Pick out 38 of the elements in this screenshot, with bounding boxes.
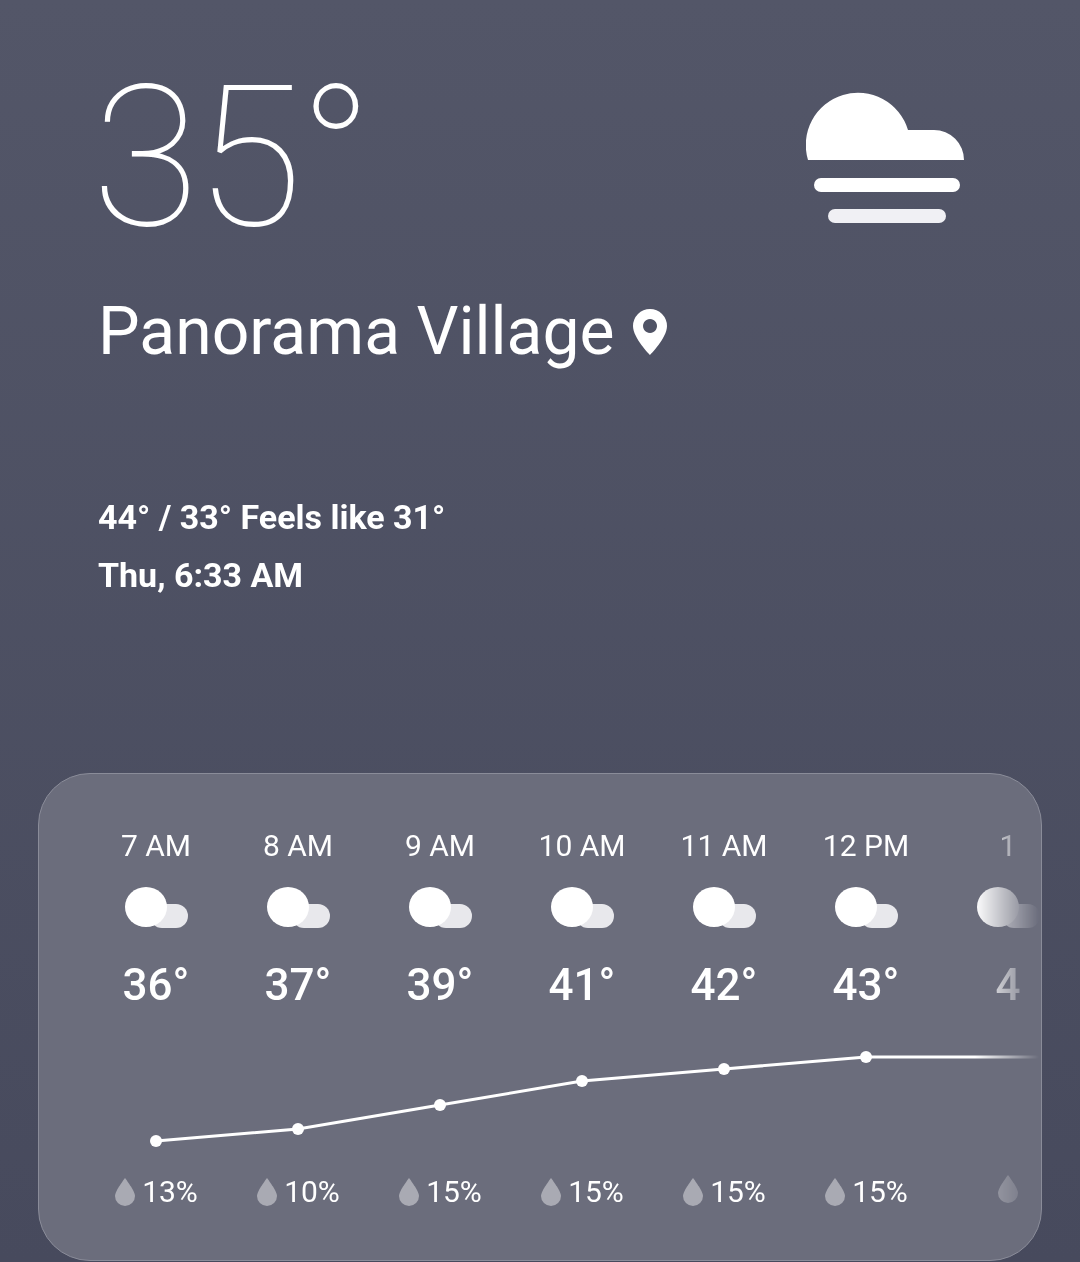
raindrop-icon bbox=[114, 1176, 137, 1207]
raindrop-icon bbox=[540, 1176, 563, 1207]
hour-label: 9 AM bbox=[404, 827, 476, 865]
hour-label: 12 PM bbox=[822, 827, 910, 865]
cloud-icon bbox=[408, 886, 472, 930]
precipitation-chance: 13% bbox=[142, 1174, 198, 1209]
hour-label: 8 AM bbox=[262, 827, 334, 865]
hour-temperature: 39° bbox=[406, 958, 474, 1012]
current-temperature: 35° bbox=[92, 60, 370, 256]
hour-temperature: 4 bbox=[995, 958, 1021, 1012]
location-name: Panorama Village bbox=[98, 296, 615, 369]
date-time: Thu, 6:33 AM bbox=[98, 554, 305, 595]
hour-temperature: 42° bbox=[690, 958, 758, 1012]
precipitation-chance: 10% bbox=[284, 1174, 340, 1209]
high-low-feels-like: 44° / 33° Feels like 31° bbox=[98, 496, 447, 537]
raindrop-icon bbox=[824, 1176, 847, 1207]
cloud-icon bbox=[266, 886, 330, 930]
hour-label: 10 AM bbox=[538, 827, 626, 865]
cloud-icon bbox=[976, 886, 1039, 930]
cloud-icon bbox=[124, 886, 188, 930]
hour-label: 7 AM bbox=[120, 827, 192, 865]
cloud-icon bbox=[834, 886, 898, 930]
raindrop-icon bbox=[997, 1174, 1019, 1204]
precipitation-chance: 15% bbox=[426, 1174, 482, 1209]
precipitation-chance: 15% bbox=[710, 1174, 766, 1209]
raindrop-icon bbox=[256, 1176, 279, 1207]
hour-label: 11 AM bbox=[680, 827, 768, 865]
hour-temperature: 37° bbox=[264, 958, 332, 1012]
raindrop-icon bbox=[398, 1176, 421, 1207]
hour-temperature: 36° bbox=[122, 958, 190, 1012]
cloud-icon bbox=[550, 886, 614, 930]
cloud-icon bbox=[692, 886, 756, 930]
raindrop-icon bbox=[682, 1176, 705, 1207]
hour-temperature: 41° bbox=[548, 958, 616, 1012]
precipitation-chance: 15% bbox=[568, 1174, 624, 1209]
hour-label: 1 bbox=[999, 827, 1017, 865]
precipitation-chance: 15% bbox=[852, 1174, 908, 1209]
hour-temperature: 43° bbox=[832, 958, 900, 1012]
